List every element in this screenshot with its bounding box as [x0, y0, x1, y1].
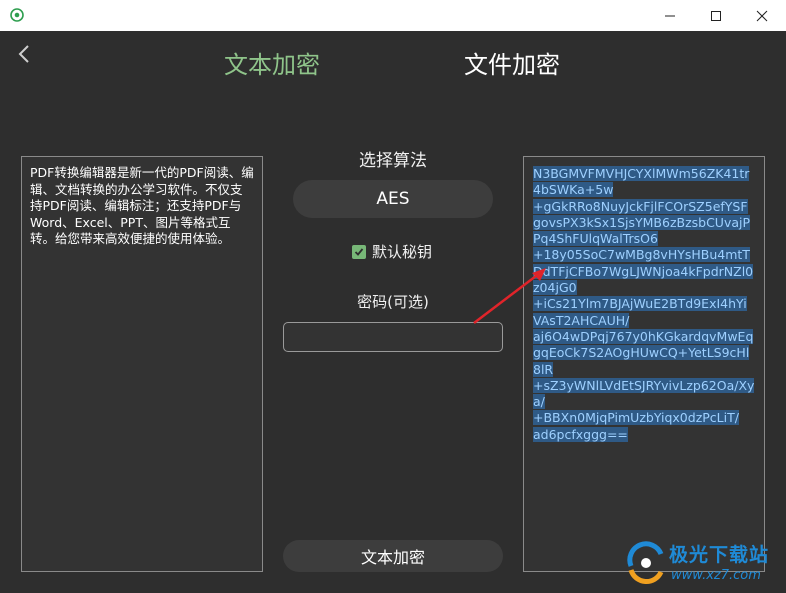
- site-watermark: 极光下载站 www.xz7.com: [625, 538, 783, 590]
- annotation-arrow-icon: [473, 268, 546, 324]
- title-bar: [0, 0, 786, 31]
- algorithm-select-button[interactable]: AES: [293, 180, 493, 218]
- app-logo-icon: [10, 8, 24, 22]
- cipher-line: N3BGMVFMVHJCYXlMWm56ZK41tr4bSWKa+5w: [533, 166, 750, 198]
- algorithm-label: 选择算法: [359, 151, 427, 171]
- encrypt-text-button[interactable]: 文本加密: [283, 540, 503, 572]
- password-label: 密码(可选): [357, 293, 429, 311]
- cipher-line: +BBXn0MjqPimUzbYiqx0dzPcLiT/: [533, 410, 739, 426]
- default-key-label: 默认秘钥: [372, 243, 433, 261]
- maximize-button[interactable]: [693, 0, 739, 31]
- ciphertext-output[interactable]: N3BGMVFMVHJCYXlMWm56ZK41tr4bSWKa+5w +gGk…: [523, 156, 765, 572]
- minimize-button[interactable]: [647, 0, 693, 31]
- default-key-checkbox[interactable]: 默认秘钥: [352, 241, 432, 262]
- main-area: 文本加密 文件加密 PDF转换编辑器是新一代的PDF阅读、编辑、文档转换的办公学…: [0, 31, 786, 593]
- watermark-title: 极光下载站: [669, 544, 770, 566]
- cipher-line: +sZ3yWNlLVdEtSJRYvivLzp62Oa/Xya/: [533, 377, 755, 410]
- close-button[interactable]: [739, 0, 785, 31]
- tab-text-encrypt[interactable]: 文本加密: [224, 49, 320, 81]
- cipher-line: +18y05SoC7wMBg8vHYsHBu4mtTDdTFjCFBo7WgLJ…: [533, 247, 754, 296]
- cipher-line: ad6pcfxggg==: [533, 426, 628, 442]
- tab-file-encrypt[interactable]: 文件加密: [464, 49, 560, 81]
- back-arrow-icon[interactable]: [14, 41, 34, 67]
- watermark-url: www.xz7.com: [671, 568, 761, 583]
- plaintext-input[interactable]: PDF转换编辑器是新一代的PDF阅读、编辑、文档转换的办公学习软件。不仅支持PD…: [21, 156, 263, 572]
- checkbox-checked-icon[interactable]: [352, 244, 366, 259]
- ciphertext-content: N3BGMVFMVHJCYXlMWm56ZK41tr4bSWKa+5w +gGk…: [533, 166, 755, 443]
- minimize-icon: [665, 15, 675, 16]
- watermark-logo-icon: [627, 541, 664, 584]
- cipher-line: +gGkRRo8NuyJckFjlFCOrSZ5efYSFgovsPX3kSx1…: [533, 198, 751, 247]
- cipher-line: +iCs21Ylm7BJAjWuE2BTd9ExI4hYiVAsT2AHCAUH…: [533, 296, 747, 328]
- maximize-icon: [711, 10, 721, 21]
- close-icon: [756, 10, 768, 21]
- cipher-line: aj6O4wDPqj767y0hKGkardqvMwEqgqEoCk7S2AOg…: [533, 328, 754, 377]
- plaintext-content: PDF转换编辑器是新一代的PDF阅读、编辑、文档转换的办公学习软件。不仅支持PD…: [30, 165, 254, 246]
